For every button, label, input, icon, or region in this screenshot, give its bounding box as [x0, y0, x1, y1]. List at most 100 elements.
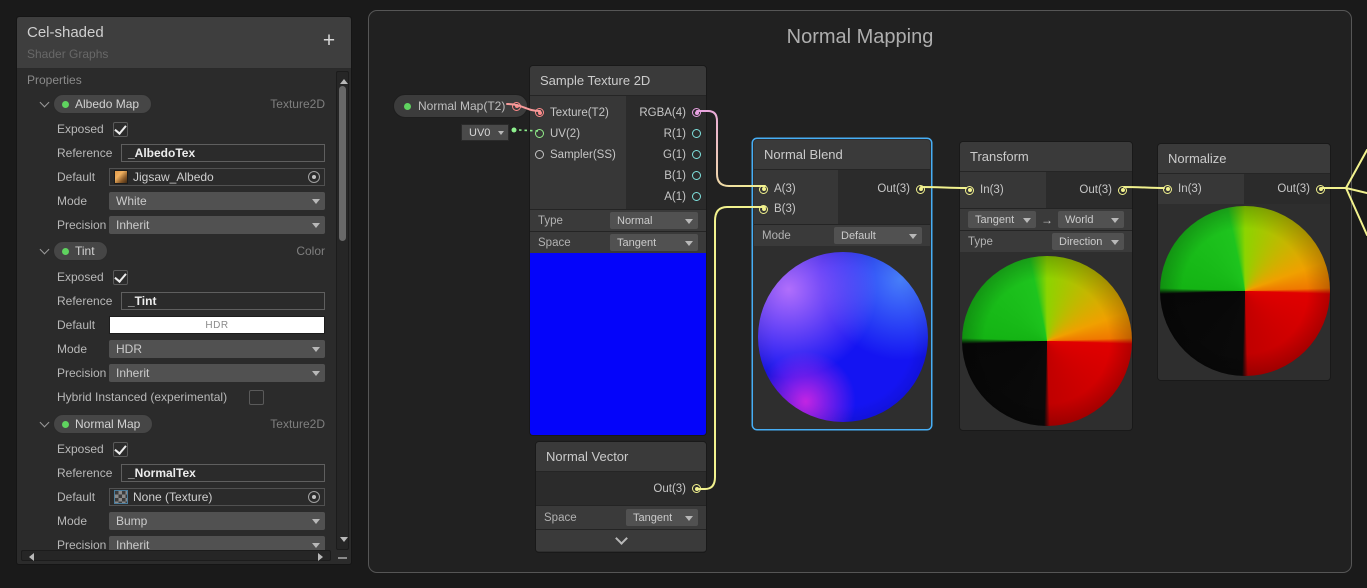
type-dropdown[interactable]: Direction	[1052, 233, 1124, 250]
space-from-dropdown[interactable]: Tangent	[968, 211, 1036, 228]
exposed-checkbox[interactable]	[113, 442, 128, 457]
type-dropdown[interactable]: Normal	[610, 212, 698, 229]
texture-output-port[interactable]	[512, 102, 521, 111]
exposed-label: Exposed	[57, 270, 104, 284]
texture-thumbnail-icon	[114, 170, 128, 184]
exposed-dot-icon	[404, 103, 411, 110]
horizontal-scrollbar	[21, 550, 331, 561]
property-type: Color	[296, 244, 325, 258]
foldout-chevron-icon[interactable]	[40, 418, 50, 428]
node-title[interactable]: Transform	[960, 142, 1132, 172]
space-dropdown[interactable]: Tangent	[626, 509, 698, 526]
node-title[interactable]: Normal Blend	[754, 140, 930, 170]
exposed-dot-icon	[62, 248, 69, 255]
graph-name: Cel-shaded	[27, 24, 104, 41]
g-output-port[interactable]	[692, 150, 701, 159]
node-normal-vector[interactable]: Normal Vector Out(3) SpaceTangent	[535, 441, 707, 553]
in-port[interactable]	[965, 186, 974, 195]
node-preview	[960, 252, 1132, 429]
mode-dropdown[interactable]: HDR	[109, 340, 325, 358]
mode-label: Mode	[57, 514, 87, 528]
scroll-up-icon[interactable]	[340, 75, 348, 84]
type-label: Type	[968, 236, 993, 248]
property-row-tint[interactable]: Tint Color	[17, 240, 351, 262]
texture-preview	[530, 253, 706, 435]
mode-dropdown[interactable]: Bump	[109, 512, 325, 530]
a-output-port[interactable]	[692, 192, 701, 201]
texture-object-field[interactable]: Jigsaw_Albedo	[109, 168, 325, 186]
mode-dropdown[interactable]: White	[109, 192, 325, 210]
node-normal-blend[interactable]: Normal Blend A(3) B(3) Out(3) ModeDefaul…	[753, 139, 931, 429]
graph-canvas[interactable]: Normal Mapping Normal Map(T2) UV0 Sample…	[368, 10, 1352, 573]
blackboard-header[interactable]: Cel-shaded Shader Graphs +	[17, 17, 351, 69]
graph-subtitle: Shader Graphs	[27, 47, 108, 61]
property-row-normal-map[interactable]: Normal Map Texture2D	[17, 413, 351, 435]
mode-label: Mode	[57, 194, 87, 208]
collapse-chevron-icon[interactable]	[615, 532, 628, 545]
default-label: Default	[57, 318, 95, 332]
node-title[interactable]: Normalize	[1158, 144, 1330, 174]
reference-input[interactable]: _Tint	[121, 292, 325, 310]
exposed-label: Exposed	[57, 122, 104, 136]
property-row-albedo[interactable]: Albedo Map Texture2D	[17, 93, 351, 115]
uv-channel-dropdown[interactable]: UV0	[461, 124, 509, 141]
reference-input[interactable]: _AlbedoTex	[121, 144, 325, 162]
exposed-checkbox[interactable]	[113, 122, 128, 137]
out-port[interactable]	[692, 484, 701, 493]
default-label: Default	[57, 170, 95, 184]
reference-label: Reference	[57, 466, 112, 480]
property-pill-albedo[interactable]: Albedo Map	[53, 94, 152, 114]
space-label: Space	[538, 237, 571, 249]
property-pill-tint[interactable]: Tint	[53, 241, 108, 261]
node-preview	[1158, 204, 1330, 380]
reference-label: Reference	[57, 146, 112, 160]
object-picker-icon[interactable]	[308, 171, 320, 183]
node-normalize[interactable]: Normalize In(3) Out(3)	[1157, 143, 1331, 381]
out-port[interactable]	[1118, 186, 1127, 195]
a-input-port[interactable]	[759, 185, 768, 194]
precision-dropdown[interactable]: Inherit	[109, 364, 325, 382]
precision-dropdown[interactable]: Inherit	[109, 216, 325, 234]
collapse-row[interactable]	[536, 529, 706, 551]
object-picker-icon[interactable]	[308, 491, 320, 503]
color-swatch-field[interactable]: HDR	[109, 316, 325, 334]
sampler-input-port[interactable]	[535, 150, 544, 159]
in-port[interactable]	[1163, 185, 1172, 194]
default-label: Default	[57, 490, 95, 504]
hdr-badge: HDR	[205, 320, 228, 331]
add-property-button[interactable]: +	[317, 29, 341, 53]
b-input-port[interactable]	[759, 205, 768, 214]
b-output-port[interactable]	[692, 171, 701, 180]
uv-input-port[interactable]	[535, 129, 544, 138]
foldout-chevron-icon[interactable]	[40, 245, 50, 255]
precision-label: Precision	[57, 218, 106, 232]
out-port[interactable]	[1316, 185, 1325, 194]
node-sample-texture-2d[interactable]: Sample Texture 2D Texture(T2) UV(2) Samp…	[529, 65, 707, 436]
node-title[interactable]: Normal Vector	[536, 442, 706, 472]
node-title[interactable]: Sample Texture 2D	[530, 66, 706, 96]
space-label: Space	[544, 512, 577, 524]
hybrid-instanced-label: Hybrid Instanced (experimental)	[57, 390, 227, 404]
foldout-chevron-icon[interactable]	[40, 98, 50, 108]
hybrid-instanced-checkbox[interactable]	[249, 390, 264, 405]
resize-corner[interactable]	[338, 557, 347, 559]
scroll-left-icon[interactable]	[25, 553, 34, 561]
r-output-port[interactable]	[692, 129, 701, 138]
exposed-checkbox[interactable]	[113, 270, 128, 285]
reference-label: Reference	[57, 294, 112, 308]
property-pill-normal-map[interactable]: Normal Map	[53, 414, 153, 434]
space-to-dropdown[interactable]: World	[1058, 211, 1124, 228]
node-preview	[754, 246, 930, 428]
node-transform[interactable]: Transform In(3) Out(3) Tangent → World T…	[959, 141, 1133, 431]
out-port[interactable]	[916, 185, 925, 194]
texture-input-port[interactable]	[535, 108, 544, 117]
space-dropdown[interactable]: Tangent	[610, 234, 698, 251]
reference-input[interactable]: _NormalTex	[121, 464, 325, 482]
scroll-down-icon[interactable]	[340, 537, 348, 546]
property-node-normal-map[interactable]: Normal Map(T2)	[393, 94, 528, 118]
rgba-output-port[interactable]	[692, 108, 701, 117]
texture-object-field[interactable]: None (Texture)	[109, 488, 325, 506]
scroll-right-icon[interactable]	[318, 553, 327, 561]
vertical-scrollbar-thumb[interactable]	[339, 86, 346, 241]
mode-dropdown[interactable]: Default	[834, 227, 922, 244]
